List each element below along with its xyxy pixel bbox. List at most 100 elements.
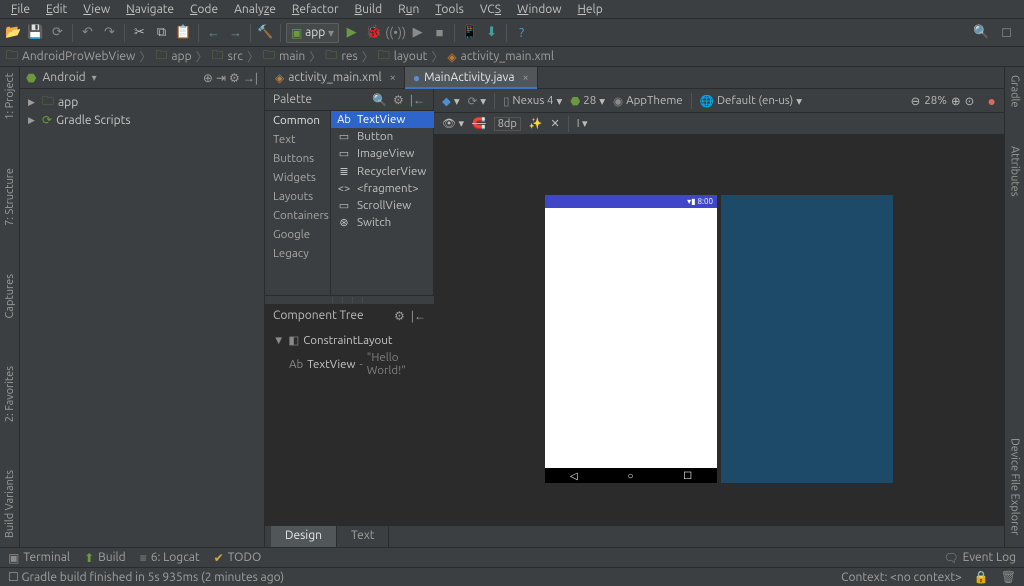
blueprint-preview[interactable]	[721, 195, 893, 483]
zoom-out-button[interactable]: ⊖	[911, 94, 921, 108]
rail-structure[interactable]: 7: Structure	[3, 164, 17, 230]
zoom-in-button[interactable]: ⊕	[951, 94, 961, 108]
tab-event-log[interactable]: 🗨 Event Log	[943, 551, 1016, 565]
expand-icon[interactable]: ▶	[28, 97, 38, 108]
editor-tab-activity-main[interactable]: ◈ activity_main.xml ×	[267, 67, 405, 88]
menu-refactor[interactable]: Refactor	[285, 2, 346, 17]
palette-item-scrollview[interactable]: ▭ ScrollView	[331, 197, 448, 214]
rail-gradle[interactable]: Gradle	[1008, 71, 1022, 112]
rail-favorites[interactable]: 2: Favorites	[3, 362, 17, 426]
menu-window[interactable]: Window	[510, 2, 568, 17]
debug-icon[interactable]: 🐞	[364, 23, 383, 42]
avd-icon[interactable]: 📱	[460, 23, 479, 42]
palette-item-imageview[interactable]: ▭ ImageView	[331, 145, 448, 162]
redo-icon[interactable]: ↷	[100, 23, 119, 42]
stop-icon[interactable]: ■	[430, 23, 449, 42]
search-icon[interactable]: 🔍	[372, 93, 387, 107]
design-tab-design[interactable]: Design	[271, 526, 337, 547]
palette-item-recyclerview[interactable]: ≣ RecyclerView ⬇	[331, 162, 448, 180]
paste-icon[interactable]: 📋	[174, 23, 193, 42]
palette-group-google[interactable]: Google	[265, 225, 330, 244]
back-icon[interactable]: ←	[204, 23, 223, 42]
menu-code[interactable]: Code	[183, 2, 225, 17]
menu-file[interactable]: File	[4, 2, 37, 17]
menu-edit[interactable]: Edit	[39, 2, 74, 17]
collapse-icon[interactable]: ▼	[273, 334, 284, 347]
palette-item-button[interactable]: ▭ Button	[331, 128, 448, 145]
open-icon[interactable]: 📂	[4, 23, 23, 42]
close-icon[interactable]: ×	[390, 72, 396, 84]
magnet-icon[interactable]: 🧲	[472, 117, 486, 130]
target-icon[interactable]: ⊕	[203, 71, 213, 85]
lock-icon[interactable]: 🔒	[974, 570, 989, 584]
menu-vcs[interactable]: VCS	[473, 2, 508, 17]
breadcrumb-project[interactable]: AndroidProWebView	[22, 50, 135, 63]
breadcrumb-item[interactable]: app	[171, 50, 191, 63]
theme-select[interactable]: ◉ AppTheme	[613, 94, 683, 108]
menu-help[interactable]: Help	[571, 2, 610, 17]
palette-item-textview[interactable]: Ab TextView	[331, 111, 448, 128]
project-mode[interactable]: Android	[42, 71, 85, 84]
menu-run[interactable]: Run	[391, 2, 426, 17]
clear-icon[interactable]: ✕	[551, 117, 560, 130]
zoom-fit-button[interactable]: ⊙	[965, 94, 975, 108]
trash-icon[interactable]: 🗑	[1001, 570, 1016, 584]
splitter[interactable]: ⋮⋮⋮⋮	[265, 295, 434, 305]
dropdown-icon[interactable]: ▾	[92, 72, 97, 84]
palette-group-widgets[interactable]: Widgets	[265, 168, 330, 187]
expand-icon[interactable]: ▶	[28, 115, 38, 126]
status-context[interactable]: Context: <no context>	[841, 571, 962, 584]
design-canvas[interactable]: ▾▮ 8:00 ◁ ○ ☐	[434, 135, 1004, 525]
preview-body[interactable]	[545, 208, 717, 468]
breadcrumb-item[interactable]: src	[228, 50, 243, 63]
cut-icon[interactable]: ✂	[130, 23, 149, 42]
device-preview[interactable]: ▾▮ 8:00 ◁ ○ ☐	[545, 195, 717, 483]
help-icon[interactable]: ?	[512, 23, 531, 42]
rail-build-variants[interactable]: Build Variants	[3, 466, 17, 542]
palette-group-containers[interactable]: Containers	[265, 206, 330, 225]
surface-select[interactable]: ◆ ▾	[442, 94, 460, 108]
pack-icon[interactable]: I ▾	[577, 117, 588, 130]
tab-build[interactable]: ⬆ Build	[84, 551, 126, 565]
editor-tab-main-activity[interactable]: ● MainActivity.java ×	[405, 67, 538, 88]
run-icon[interactable]: ▶	[342, 23, 361, 42]
rail-attributes[interactable]: Attributes	[1008, 142, 1022, 201]
run-config-selector[interactable]: ▣ app ▾	[286, 23, 339, 43]
breadcrumb-item[interactable]: layout	[394, 50, 428, 63]
tree-node-gradle[interactable]: ▶ ⟳ Gradle Scripts	[24, 111, 260, 129]
breadcrumb-item[interactable]: res	[341, 50, 357, 63]
sync-icon[interactable]: ⟳	[48, 23, 67, 42]
tab-logcat[interactable]: ≡ 6: Logcat	[140, 551, 200, 565]
palette-group-common[interactable]: Common	[265, 111, 330, 130]
warnings-icon[interactable]: ●	[988, 93, 996, 109]
menu-view[interactable]: View	[76, 2, 117, 17]
rail-captures[interactable]: Captures	[3, 270, 17, 322]
palette-group-buttons[interactable]: Buttons	[265, 149, 330, 168]
default-margin[interactable]: 8dp	[494, 117, 521, 131]
menu-analyze[interactable]: Analyze	[227, 2, 283, 17]
close-icon[interactable]: ×	[523, 72, 529, 84]
hide-icon[interactable]: |←	[411, 309, 426, 323]
infer-icon[interactable]: ✨	[529, 117, 543, 130]
menu-navigate[interactable]: Navigate	[119, 2, 181, 17]
orientation-select[interactable]: ⟳ ▾	[468, 94, 486, 108]
ct-row-constraintlayout[interactable]: ▼ ◧ ConstraintLayout	[269, 331, 430, 349]
breadcrumb-item[interactable]: main	[279, 50, 305, 63]
save-icon[interactable]: 💾	[26, 23, 45, 42]
api-select[interactable]: ⬣ 28 ▾	[570, 94, 605, 108]
copy-icon[interactable]: ⧉	[152, 23, 171, 42]
design-tab-text[interactable]: Text	[337, 526, 390, 547]
palette-item-fragment[interactable]: <> <fragment>	[331, 180, 448, 197]
menu-tools[interactable]: Tools	[428, 2, 471, 17]
hide-icon[interactable]: |←	[410, 93, 425, 107]
gear-icon[interactable]: ⚙	[394, 309, 405, 323]
tree-node-app[interactable]: ▶ 🗀 app	[24, 93, 260, 111]
device-select[interactable]: ▯ Nexus 4 ▾	[503, 94, 562, 108]
gear-icon[interactable]: ⚙	[393, 93, 404, 107]
collapse-icon[interactable]: ⇥	[216, 71, 226, 85]
ct-row-textview[interactable]: Ab TextView - "Hello World!"	[269, 349, 430, 379]
attach-icon[interactable]: ▶	[408, 23, 427, 42]
palette-item-switch[interactable]: ⊛ Switch	[331, 214, 448, 231]
eye-icon[interactable]: 👁 ▾	[442, 117, 464, 130]
hide-icon[interactable]: →|	[243, 71, 258, 85]
